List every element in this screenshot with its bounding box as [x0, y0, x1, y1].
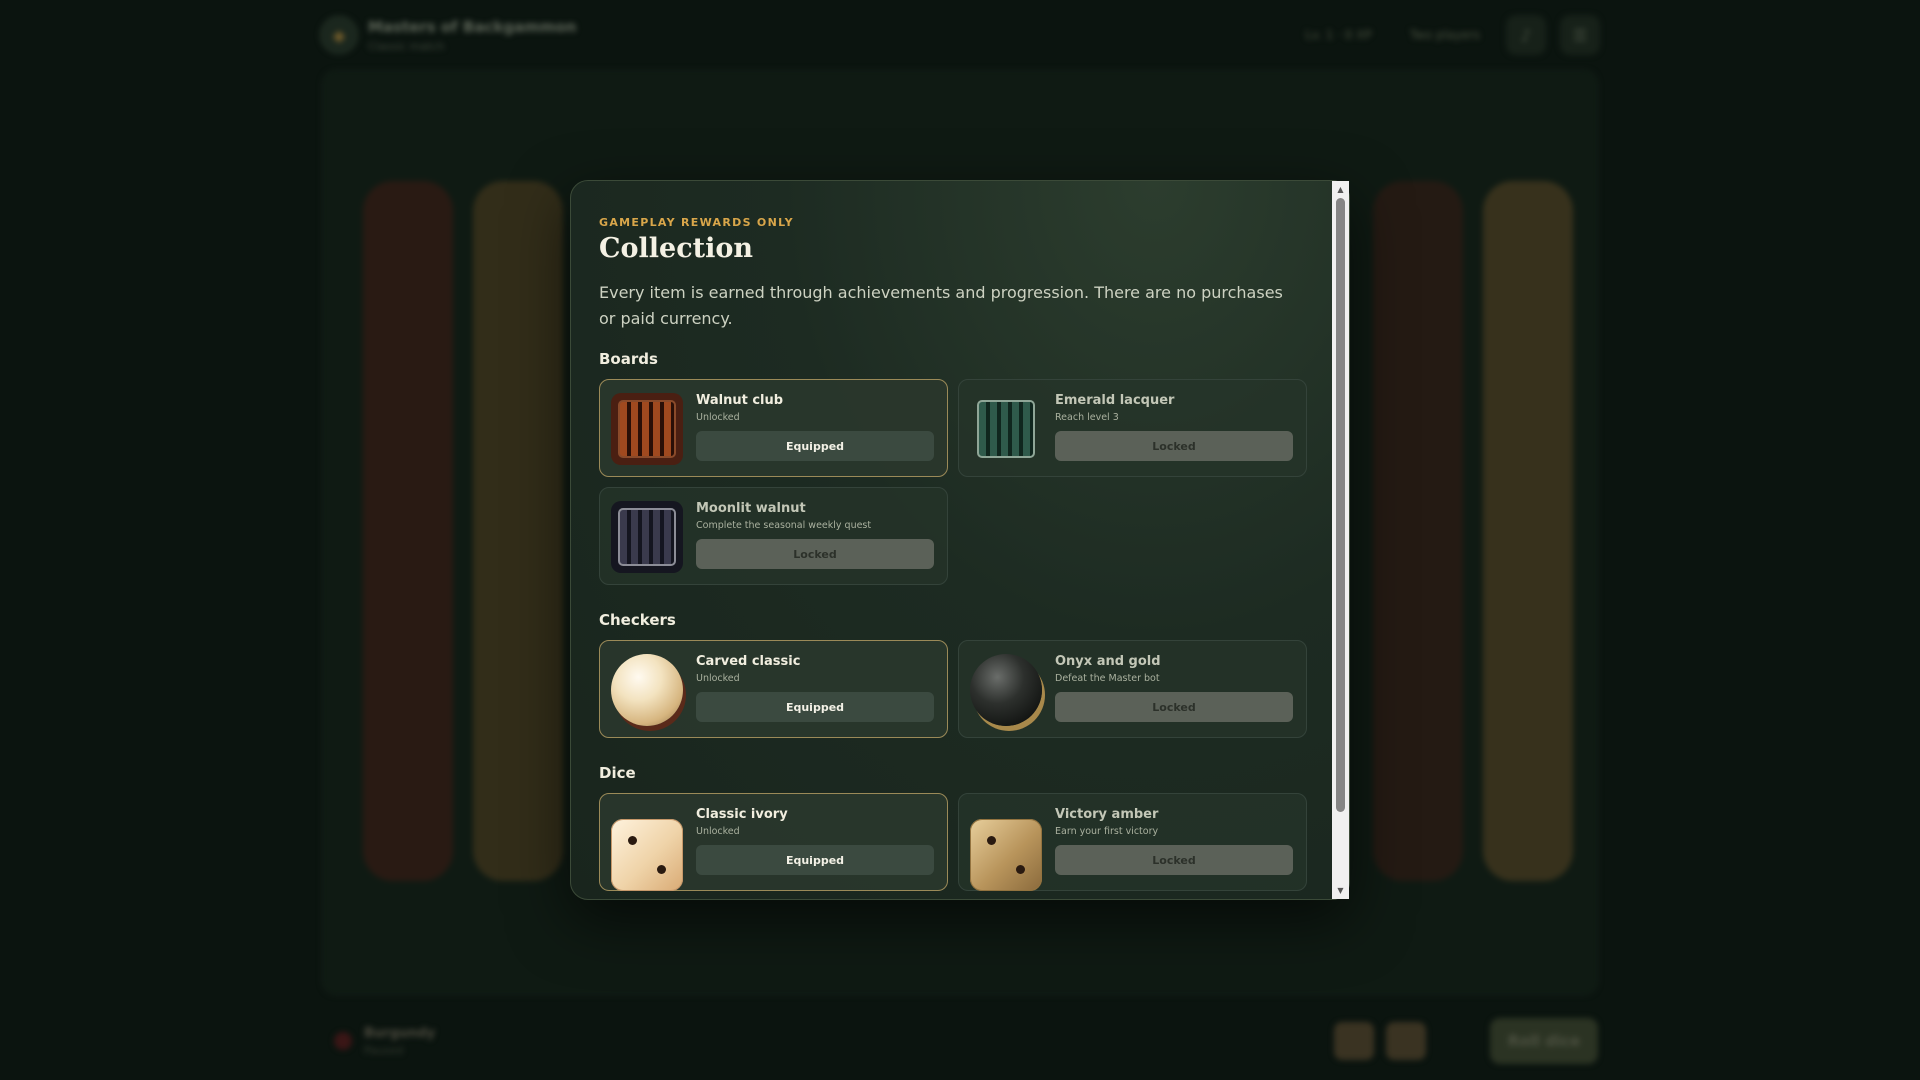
item-status: Unlocked — [696, 673, 740, 684]
board-point — [1373, 181, 1463, 881]
scroll-down-arrow-icon[interactable]: ▼ — [1332, 882, 1349, 899]
item-status: Unlocked — [696, 826, 740, 837]
scrollbar-thumb[interactable] — [1336, 198, 1345, 812]
locked-button[interactable]: Locked — [696, 539, 934, 569]
boards-grid: Walnut club Unlocked Equipped Emerald la… — [599, 379, 1307, 585]
board-card-walnut-club[interactable]: Walnut club Unlocked Equipped — [599, 379, 948, 477]
player-color-icon — [334, 1032, 352, 1050]
section-title-boards: Boards — [599, 350, 658, 368]
moonlit-board-thumbnail — [611, 501, 683, 573]
collection-modal: GAMEPLAY REWARDS ONLY Collection Every i… — [570, 180, 1350, 900]
section-title-checkers: Checkers — [599, 611, 676, 629]
player-name: Burgundy — [364, 1025, 436, 1041]
section-title-dice: Dice — [599, 764, 636, 782]
modal-scrollbar[interactable]: ▲ ▼ — [1332, 181, 1349, 899]
roll-dice-button[interactable]: Roll dice — [1490, 1018, 1598, 1064]
equipped-button[interactable]: Equipped — [696, 692, 934, 722]
dice-card-classic-ivory[interactable]: Classic ivory Unlocked Equipped — [599, 793, 948, 891]
die-icon — [1386, 1022, 1426, 1060]
game-footer: Burgundy Paused Roll dice — [322, 1010, 1598, 1072]
mode-badge[interactable]: Two players — [1398, 20, 1492, 50]
equipped-button[interactable]: Equipped — [696, 845, 934, 875]
modal-title: Collection — [599, 233, 753, 264]
ivory-checker-thumbnail — [611, 654, 683, 726]
board-card-emerald-lacquer[interactable]: Emerald lacquer Reach level 3 Locked — [958, 379, 1307, 477]
checker-card-onyx-and-gold[interactable]: Onyx and gold Defeat the Master bot Lock… — [958, 640, 1307, 738]
item-status: Unlocked — [696, 412, 740, 423]
die-icon — [1334, 1022, 1374, 1060]
item-name: Moonlit walnut — [696, 501, 806, 516]
board-card-moonlit-walnut[interactable]: Moonlit walnut Complete the seasonal wee… — [599, 487, 948, 585]
level-badge: Lv. 1 · 0 XP — [1305, 28, 1372, 42]
board-point — [363, 181, 453, 881]
logo-diamond-icon: ◆ — [320, 16, 358, 54]
locked-button[interactable]: Locked — [1055, 845, 1293, 875]
locked-button[interactable]: Locked — [1055, 692, 1293, 722]
scroll-up-arrow-icon[interactable]: ▲ — [1332, 181, 1349, 198]
emerald-board-thumbnail — [970, 393, 1042, 465]
item-status: Earn your first victory — [1055, 826, 1159, 837]
player-status: Paused — [364, 1043, 404, 1057]
item-status: Reach level 3 — [1055, 412, 1119, 423]
equipped-button[interactable]: Equipped — [696, 431, 934, 461]
locked-button[interactable]: Locked — [1055, 431, 1293, 461]
amber-die-icon — [970, 819, 1042, 891]
item-name: Emerald lacquer — [1055, 393, 1175, 408]
board-point — [1483, 181, 1573, 881]
onyx-checker-thumbnail — [970, 654, 1042, 726]
app-title: Masters of Backgammon — [368, 17, 577, 36]
walnut-board-thumbnail — [611, 393, 683, 465]
item-name: Classic ivory — [696, 807, 788, 822]
checkers-grid: Carved classic Unlocked Equipped Onyx an… — [599, 640, 1307, 738]
item-status: Complete the seasonal weekly quest — [696, 520, 872, 531]
item-name: Onyx and gold — [1055, 654, 1161, 669]
ivory-die-icon — [611, 819, 683, 891]
checker-card-carved-classic[interactable]: Carved classic Unlocked Equipped — [599, 640, 948, 738]
music-note-icon[interactable]: ♪ — [1506, 15, 1546, 55]
dice-card-victory-amber[interactable]: Victory amber Earn your first victory Lo… — [958, 793, 1307, 891]
app-subtitle: Classic match — [368, 39, 445, 53]
item-status: Defeat the Master bot — [1055, 673, 1160, 684]
item-name: Victory amber — [1055, 807, 1159, 822]
modal-description: Every item is earned through achievement… — [599, 283, 1283, 328]
item-name: Walnut club — [696, 393, 784, 408]
modal-eyebrow: GAMEPLAY REWARDS ONLY — [599, 216, 794, 229]
item-name: Carved classic — [696, 654, 801, 669]
hamburger-menu-icon[interactable]: ☰ — [1560, 15, 1600, 55]
board-point — [473, 181, 563, 881]
app-header: ◆ Masters of Backgammon Classic match Lv… — [320, 12, 1600, 58]
dice-grid: Classic ivory Unlocked Equipped Victory … — [599, 793, 1307, 891]
